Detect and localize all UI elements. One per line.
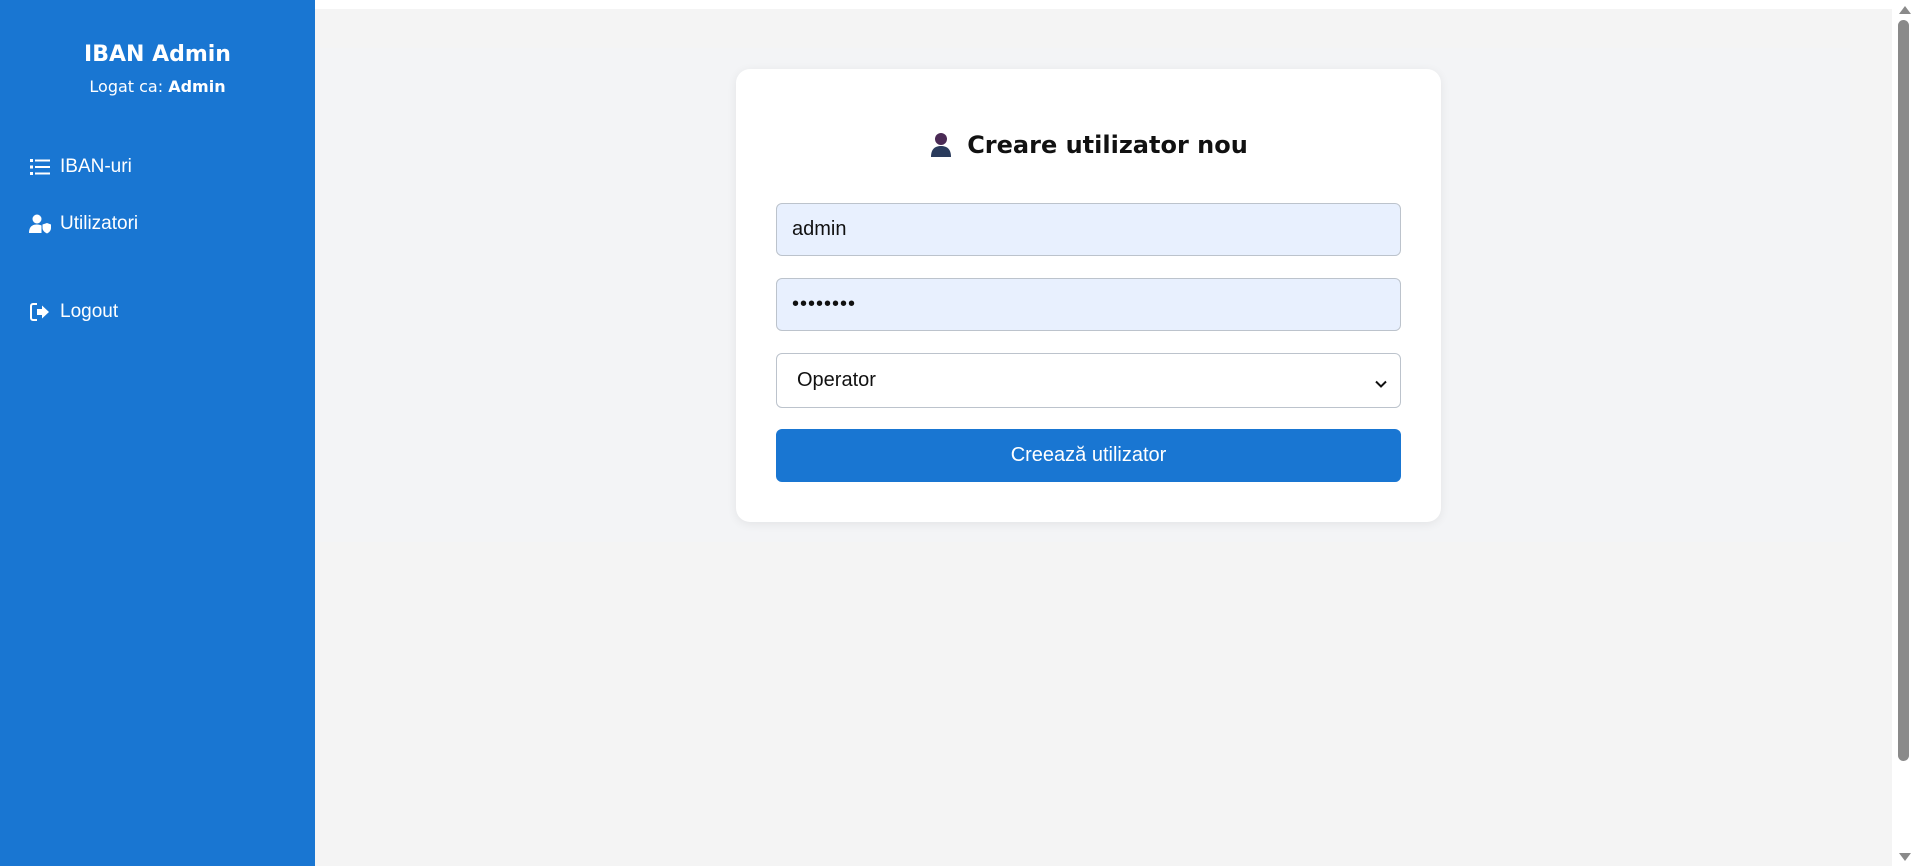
user-icon	[929, 132, 955, 158]
app: IBAN Admin Logat ca: Admin IBAN-uri Util…	[0, 0, 1917, 866]
sidebar-item-logout[interactable]: Logout	[0, 299, 315, 325]
scroll-down-arrow-icon[interactable]	[1899, 853, 1911, 861]
sidebar-item-iban[interactable]: IBAN-uri	[0, 154, 315, 180]
card-title: Creare utilizator nou	[736, 131, 1441, 159]
logged-user: Admin	[168, 77, 226, 96]
password-input[interactable]: ••••••••	[776, 278, 1401, 331]
scroll-up-arrow-icon[interactable]	[1899, 6, 1911, 14]
brand-title: IBAN Admin	[84, 42, 231, 67]
role-select[interactable]: Operator	[776, 353, 1401, 408]
password-value: ••••••••	[792, 293, 857, 315]
sidebar-item-label: Logout	[60, 301, 119, 322]
logout-icon	[29, 301, 51, 323]
role-selected-value: Operator	[797, 369, 876, 391]
sidebar-nav: IBAN-uri Utilizatori Logout	[0, 154, 315, 325]
card-title-text: Creare utilizator nou	[967, 131, 1248, 159]
create-user-card: Creare utilizator nou admin •••••••• Ope…	[736, 69, 1441, 522]
logged-in-info: Logat ca: Admin	[0, 77, 315, 96]
chevron-down-icon	[1374, 374, 1388, 388]
username-value: admin	[792, 218, 847, 240]
sidebar: IBAN Admin Logat ca: Admin IBAN-uri Util…	[0, 0, 315, 866]
create-user-button[interactable]: Creează utilizator	[776, 429, 1401, 482]
sidebar-item-label: IBAN-uri	[60, 156, 132, 177]
logged-prefix: Logat ca:	[89, 77, 164, 96]
vertical-scrollbar[interactable]	[1892, 0, 1917, 866]
create-user-button-label: Creează utilizator	[1010, 444, 1167, 466]
scroll-thumb[interactable]	[1898, 20, 1909, 761]
list-icon	[29, 156, 51, 178]
sidebar-item-users[interactable]: Utilizatori	[0, 211, 315, 237]
sidebar-item-label: Utilizatori	[60, 213, 139, 234]
user-shield-icon	[29, 213, 51, 235]
top-strip	[315, 0, 1892, 9]
username-input[interactable]: admin	[776, 203, 1401, 256]
